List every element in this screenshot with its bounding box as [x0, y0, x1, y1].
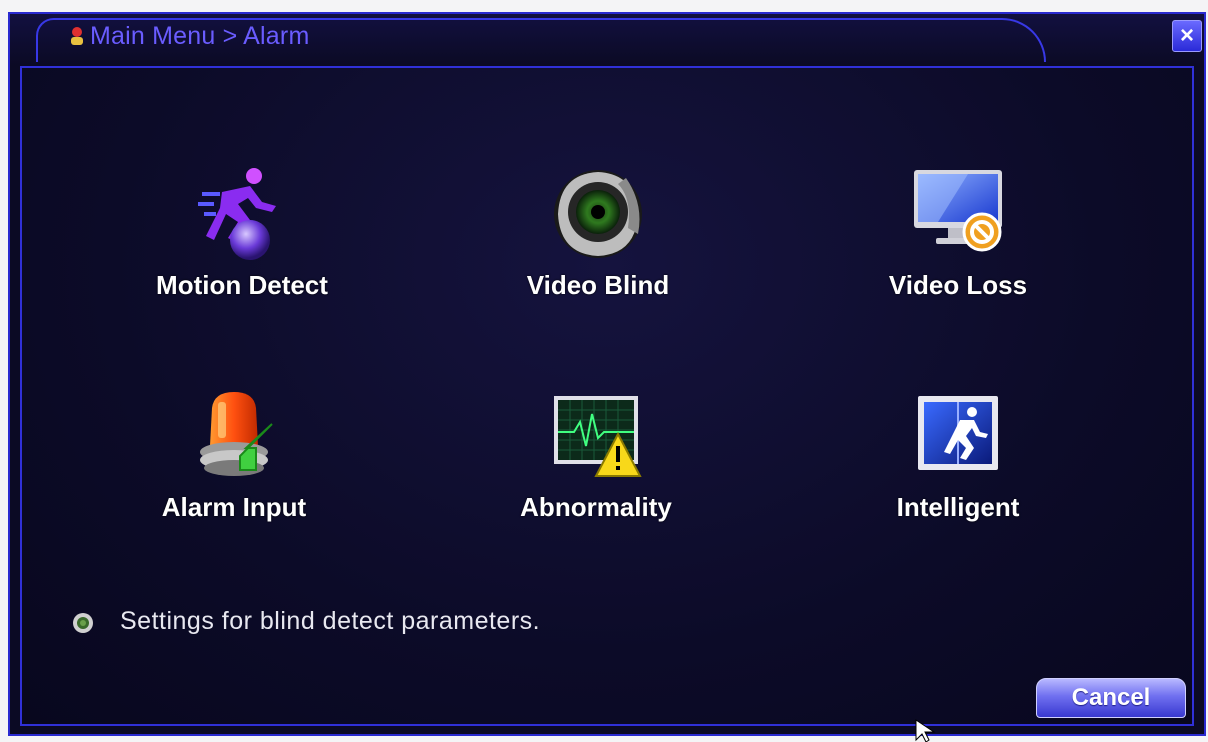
menu-item-abnormality[interactable]: Abnormality	[466, 386, 726, 523]
abnormality-label: Abnormality	[520, 492, 672, 522]
cancel-button[interactable]: Cancel	[1036, 678, 1186, 718]
video-blind-icon	[554, 170, 642, 258]
motion-detect-label: Motion Detect	[156, 270, 328, 300]
page-title: Main Menu > Alarm	[90, 22, 310, 50]
alarm-input-label: Alarm Input	[161, 492, 307, 522]
screen: Main Menu > Alarm × Motion Detect Video …	[0, 0, 1208, 742]
intelligent-icon	[918, 396, 998, 470]
menu-person-icon	[71, 27, 83, 45]
menu-panel: Motion Detect Video Blind Video Loss Ala…	[20, 66, 1194, 726]
close-button[interactable]: ×	[1172, 20, 1202, 52]
video-loss-label: Video Loss	[888, 270, 1028, 300]
menu-item-video-blind[interactable]: Video Blind	[468, 164, 728, 301]
video-loss-icon	[914, 170, 1002, 252]
title-bar: Main Menu > Alarm ×	[10, 14, 1204, 66]
mouse-cursor-icon	[915, 719, 936, 742]
menu-item-motion-detect[interactable]: Motion Detect	[112, 164, 372, 301]
motion-detect-icon	[198, 168, 276, 260]
menu-item-intelligent[interactable]: Intelligent	[828, 386, 1088, 523]
video-blind-label: Video Blind	[526, 270, 670, 300]
intelligent-label: Intelligent	[896, 492, 1020, 522]
menu-item-video-loss[interactable]: Video Loss	[828, 164, 1088, 301]
abnormality-icon	[554, 396, 642, 477]
help-text: Settings for blind detect parameters.	[120, 607, 541, 635]
alarm-input-icon	[200, 392, 273, 476]
menu-item-alarm-input[interactable]: Alarm Input	[104, 386, 364, 523]
close-icon: ×	[1179, 22, 1194, 49]
alarm-menu-window: Main Menu > Alarm × Motion Detect Video …	[8, 12, 1206, 736]
status-indicator-icon	[73, 613, 93, 633]
